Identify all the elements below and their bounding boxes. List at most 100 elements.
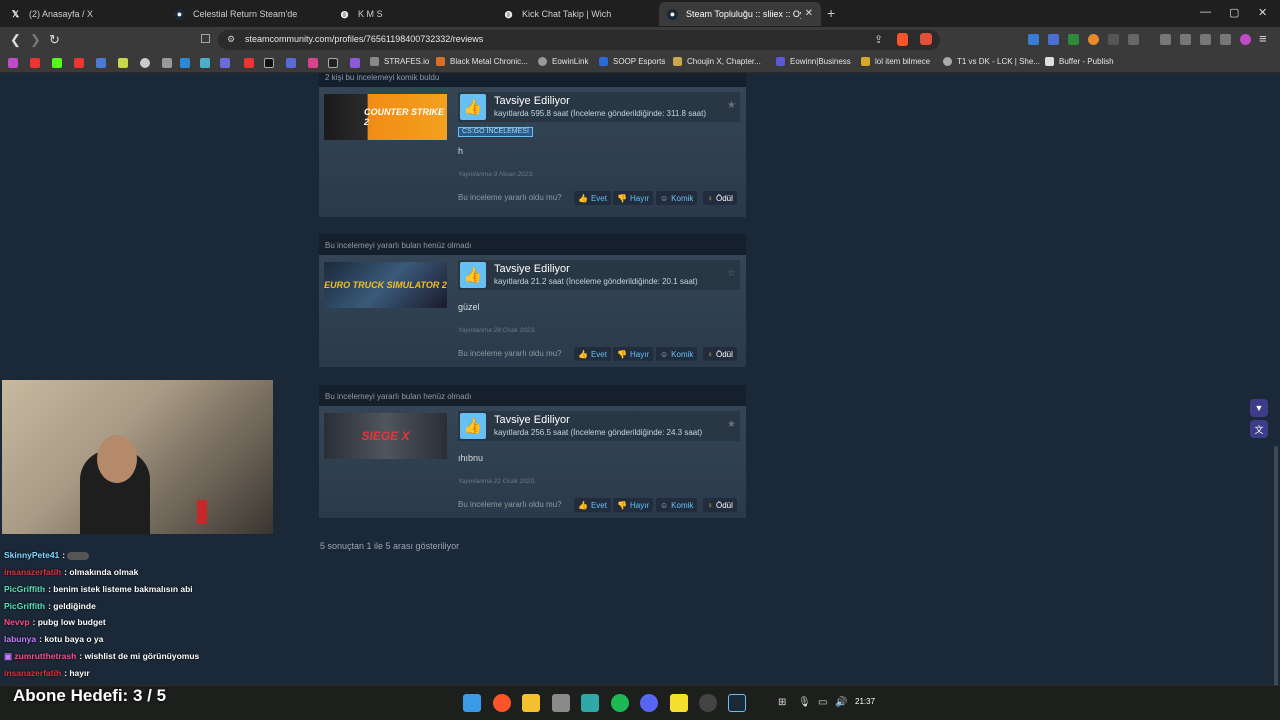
bookmark-favicon[interactable]	[328, 58, 338, 68]
tool-icon[interactable]	[552, 694, 570, 712]
minimize-icon[interactable]: —	[1200, 6, 1211, 18]
leo-icon[interactable]	[1200, 34, 1211, 45]
reload-icon[interactable]: ↻	[49, 32, 60, 48]
bookmark-icon[interactable]: ☐	[200, 32, 211, 46]
extension-icon[interactable]	[1068, 34, 1079, 45]
bookmark-favicon[interactable]	[308, 58, 318, 68]
bookmark-favicon[interactable]	[264, 58, 274, 68]
network-icon[interactable]: ▭	[818, 697, 827, 708]
extension-icon[interactable]	[1128, 34, 1139, 45]
recommendation-header[interactable]: 👍 Tavsiye Ediliyor kayıtlarda 256.5 saat…	[458, 411, 740, 441]
recommendation-header[interactable]: 👍 Tavsiye Ediliyor kayıtlarda 595.8 saat…	[458, 92, 740, 122]
file-explorer-icon[interactable]	[522, 694, 540, 712]
translate-icon[interactable]: 文	[1250, 420, 1268, 438]
bookmark-favicon[interactable]	[200, 58, 210, 68]
extension-icon[interactable]	[1028, 34, 1039, 45]
chat-message: PicGriffith: geldiğinde	[4, 601, 96, 611]
sidebar-icon[interactable]	[1160, 34, 1171, 45]
bookmark-favicon[interactable]	[220, 58, 230, 68]
bookmark-favicon[interactable]	[286, 58, 296, 68]
brave-shield-icon[interactable]	[897, 33, 908, 46]
game-capsule-siege[interactable]: SIEGE X	[324, 413, 447, 459]
bookmark-t1-dk[interactable]: T1 vs DK - LCK | She...	[943, 57, 1040, 66]
review-text: ıhıbnu	[458, 453, 484, 463]
extension-icon[interactable]	[1088, 34, 1099, 45]
bookmark-black-metal[interactable]: Black Metal Chronic...	[436, 57, 528, 66]
profile-icon[interactable]	[1240, 34, 1251, 45]
bookmark-favicon[interactable]	[96, 58, 106, 68]
tab-kick-chat[interactable]: ◍ Kick Chat Takip | Wich	[495, 2, 659, 26]
recommendation-header[interactable]: 👍 Tavsiye Ediliyor kayıtlarda 21.2 saat …	[458, 260, 740, 290]
vote-funny-button[interactable]: ☺ Komik	[656, 347, 698, 361]
game-capsule-ets2[interactable]: EURO TRUCK SIMULATOR 2	[324, 262, 447, 308]
vote-no-button[interactable]: 👎 Hayır	[613, 191, 654, 205]
tray-overflow-icon[interactable]: ⊞	[778, 697, 786, 708]
scrollbar[interactable]	[1274, 446, 1278, 685]
vote-no-button[interactable]: 👎 Hayır	[613, 347, 654, 361]
bookmark-lol-item[interactable]: lol item bilmece	[861, 57, 930, 66]
close-icon[interactable]: ✕	[805, 8, 813, 19]
bookmark-favicon[interactable]	[244, 58, 254, 68]
bookmark-favicon[interactable]	[74, 58, 84, 68]
tab-steam-community[interactable]: ● Steam Topluluğu :: sliiex :: Oyunl ✕	[659, 2, 821, 26]
spotify-icon[interactable]	[611, 694, 629, 712]
vote-funny-button[interactable]: ☺ Komik	[656, 498, 698, 512]
app-icon[interactable]	[581, 694, 599, 712]
share-icon[interactable]: ⇪	[874, 33, 883, 46]
review-helpful-summary: Bu incelemeyi yararlı bulan henüz olmadı	[325, 241, 472, 250]
volume-icon[interactable]: 🔊	[835, 697, 847, 708]
vote-yes-button[interactable]: 👍 Evet	[574, 347, 611, 361]
vote-yes-button[interactable]: 👍 Evet	[574, 191, 611, 205]
bookmark-favicon[interactable]	[350, 58, 360, 68]
bookmark-buffer[interactable]: Buffer - Publish	[1045, 57, 1114, 66]
steam-icon: ●	[667, 8, 678, 20]
vote-no-button[interactable]: 👎 Hayır	[613, 498, 654, 512]
maximize-icon[interactable]: ▢	[1229, 6, 1239, 19]
tab-kms[interactable]: ◍ K M S	[331, 2, 495, 26]
bookmark-favicon[interactable]	[140, 58, 150, 68]
brave-browser-icon[interactable]	[493, 694, 511, 712]
chat-text: kotu baya o ya	[44, 634, 104, 644]
url-input[interactable]: ⚙ steamcommunity.com/profiles/7656119840…	[218, 30, 940, 50]
extensions-icon[interactable]	[1108, 34, 1119, 45]
bookmark-favicon[interactable]	[8, 58, 18, 68]
bookmark-favicon[interactable]	[30, 58, 40, 68]
bookmark-favicon[interactable]	[118, 58, 128, 68]
bookmark-favicon	[436, 57, 445, 66]
menu-icon[interactable]: ≡	[1259, 31, 1267, 46]
vote-funny-button[interactable]: ☺ Komik	[656, 191, 698, 205]
bookmark-eowinn-business[interactable]: Eowinn|Business	[776, 57, 851, 66]
vpn-icon[interactable]	[1220, 34, 1231, 45]
tab-celestial[interactable]: ● Celestial Return Steam'de	[166, 2, 330, 26]
vote-yes-button[interactable]: 👍 Evet	[574, 498, 611, 512]
bookmark-eowinlink[interactable]: EowinLink	[538, 57, 588, 66]
windows-start-icon[interactable]	[463, 694, 481, 712]
bookmark-soop[interactable]: SOOP Esports	[599, 57, 665, 66]
award-button[interactable]: ♀ Ödül	[703, 191, 737, 205]
back-icon[interactable]: ❮	[10, 32, 21, 48]
extension-widget-icon[interactable]: ▼	[1250, 399, 1268, 417]
bookmark-choujin[interactable]: Choujin X, Chapter...	[673, 57, 761, 66]
close-window-icon[interactable]: ✕	[1258, 6, 1267, 19]
bookmark-favicon[interactable]	[162, 58, 172, 68]
award-button[interactable]: ♀ Ödül	[703, 347, 737, 361]
sticky-notes-icon[interactable]	[670, 694, 688, 712]
forward-icon[interactable]: ❯	[30, 32, 41, 48]
site-info-icon[interactable]: ⚙	[227, 34, 235, 45]
bookmark-strafes[interactable]: STRAFES.io	[370, 57, 429, 66]
brave-rewards-icon[interactable]	[920, 33, 932, 45]
new-tab-button[interactable]: +	[827, 5, 835, 21]
taskbar-clock[interactable]: 21:37	[855, 697, 875, 706]
game-capsule-cs2[interactable]: COUNTER STRIKE 2	[324, 94, 447, 140]
obs-icon[interactable]	[699, 694, 717, 712]
wallet-icon[interactable]	[1180, 34, 1191, 45]
tab-twitter[interactable]: 𝕏 (2) Anasayfa / X	[2, 2, 166, 26]
microphone-icon[interactable]: 🎙	[798, 697, 811, 708]
bookmark-favicon[interactable]	[52, 58, 62, 68]
bookmark-favicon[interactable]	[180, 58, 190, 68]
award-button[interactable]: ♀ Ödül	[703, 498, 737, 512]
steam-icon[interactable]	[728, 694, 746, 712]
discord-icon[interactable]	[640, 694, 658, 712]
star-icon: ★	[727, 100, 736, 111]
extension-icon[interactable]	[1048, 34, 1059, 45]
